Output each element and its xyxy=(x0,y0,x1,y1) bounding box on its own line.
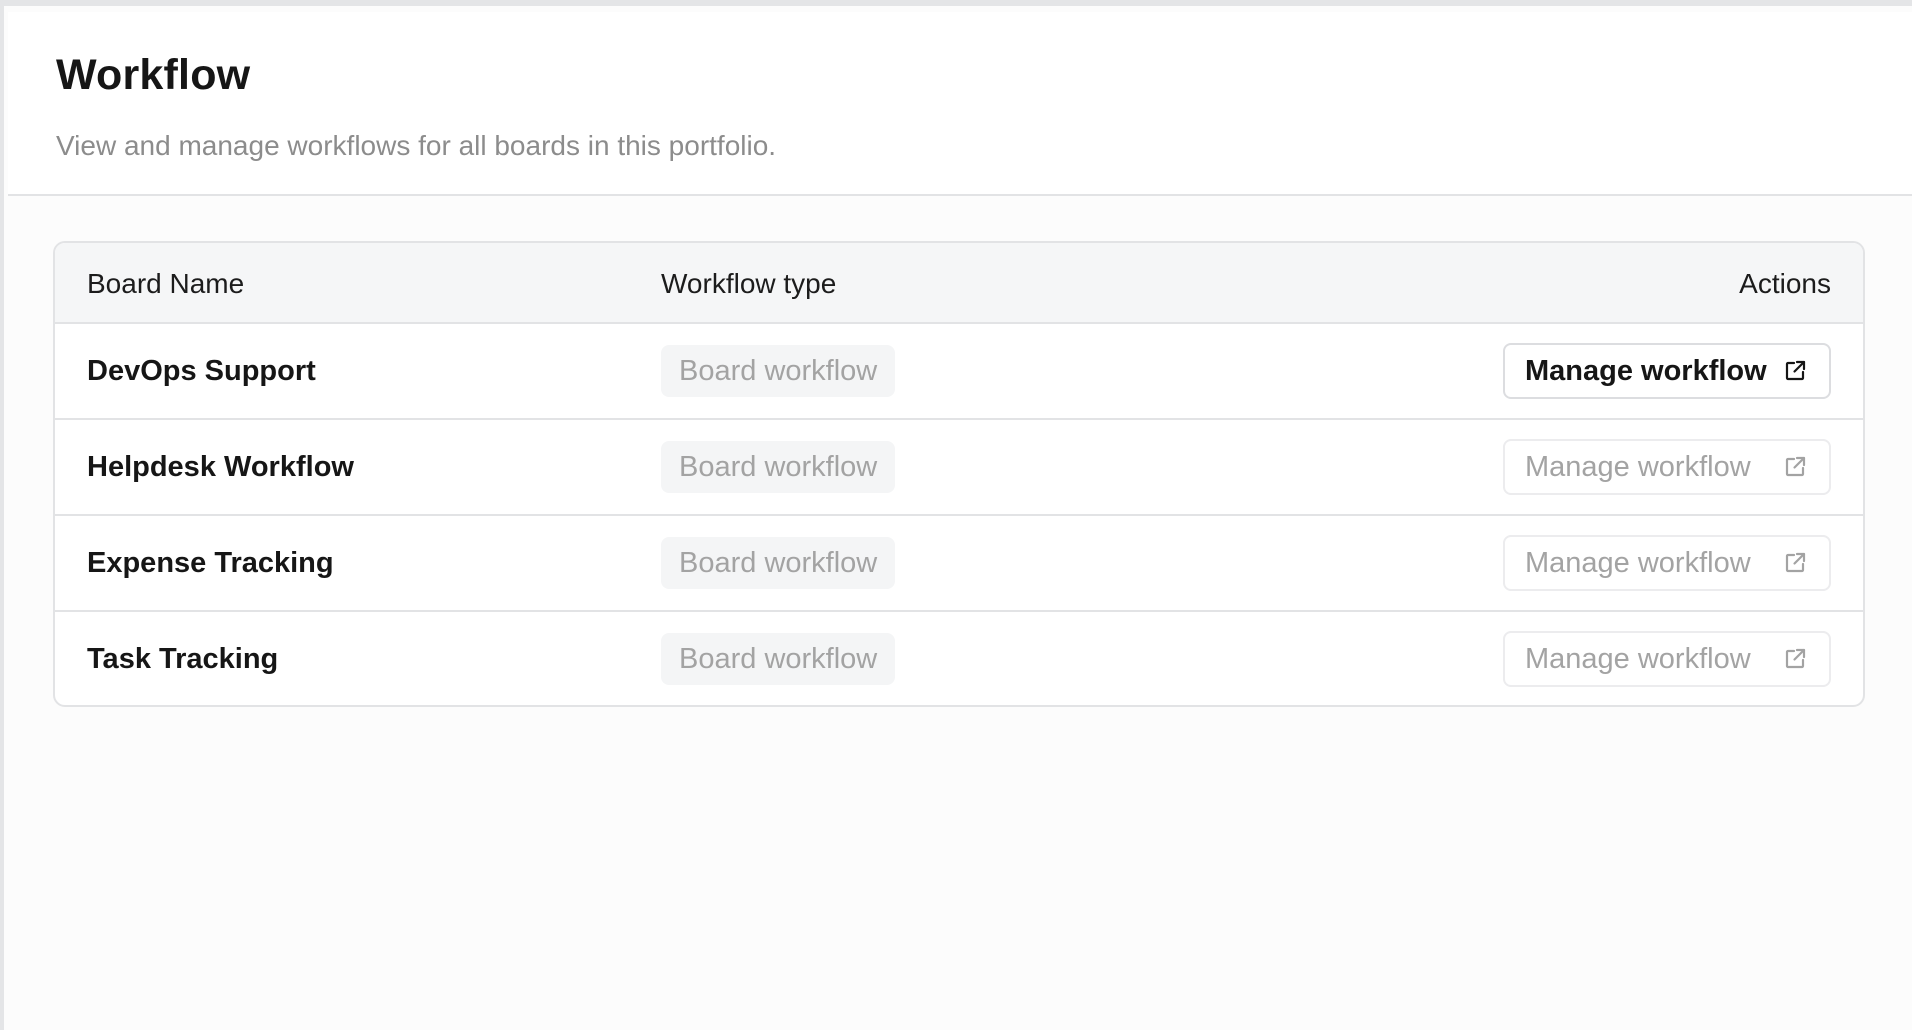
table-row: Task Tracking Board workflow Manage work… xyxy=(55,612,1863,705)
manage-workflow-label: Manage workflow xyxy=(1525,642,1751,675)
column-header-board-name: Board Name xyxy=(87,268,245,299)
page-subtitle: View and manage workflows for all boards… xyxy=(56,130,777,161)
workflow-type-badge: Board workflow xyxy=(661,537,896,589)
table-row: DevOps Support Board workflow Manage wor… xyxy=(55,324,1863,420)
column-header-workflow-type: Workflow type xyxy=(661,268,837,299)
board-name-cell: DevOps Support xyxy=(87,355,316,387)
manage-workflow-label: Manage workflow xyxy=(1525,450,1751,483)
board-name-cell: Helpdesk Workflow xyxy=(87,451,354,483)
workflow-table: Board Name Workflow type Actions DevOps … xyxy=(53,241,1865,707)
table-row: Expense Tracking Board workflow Manage w… xyxy=(55,516,1863,612)
external-link-icon xyxy=(1783,455,1807,479)
manage-workflow-label: Manage workflow xyxy=(1525,546,1751,579)
board-name-cell: Task Tracking xyxy=(87,643,279,675)
board-name-cell: Expense Tracking xyxy=(87,547,334,579)
table-header: Board Name Workflow type Actions xyxy=(55,243,1863,324)
table-body: DevOps Support Board workflow Manage wor… xyxy=(55,324,1863,705)
manage-workflow-label: Manage workflow xyxy=(1525,354,1767,387)
external-link-icon xyxy=(1783,647,1807,671)
page-header: Workflow View and manage workflows for a… xyxy=(8,12,1912,196)
page-title: Workflow xyxy=(56,51,251,99)
table-row: Helpdesk Workflow Board workflow Manage … xyxy=(55,420,1863,516)
manage-workflow-button[interactable]: Manage workflow xyxy=(1503,631,1831,687)
workflow-type-badge: Board workflow xyxy=(661,441,896,493)
manage-workflow-button[interactable]: Manage workflow xyxy=(1503,439,1831,495)
manage-workflow-button[interactable]: Manage workflow xyxy=(1503,343,1831,399)
workflow-type-badge: Board workflow xyxy=(661,633,896,685)
column-header-actions: Actions xyxy=(1739,268,1831,299)
manage-workflow-button[interactable]: Manage workflow xyxy=(1503,535,1831,591)
workflow-type-badge: Board workflow xyxy=(661,345,896,397)
external-link-icon xyxy=(1783,359,1807,383)
external-link-icon xyxy=(1783,551,1807,575)
